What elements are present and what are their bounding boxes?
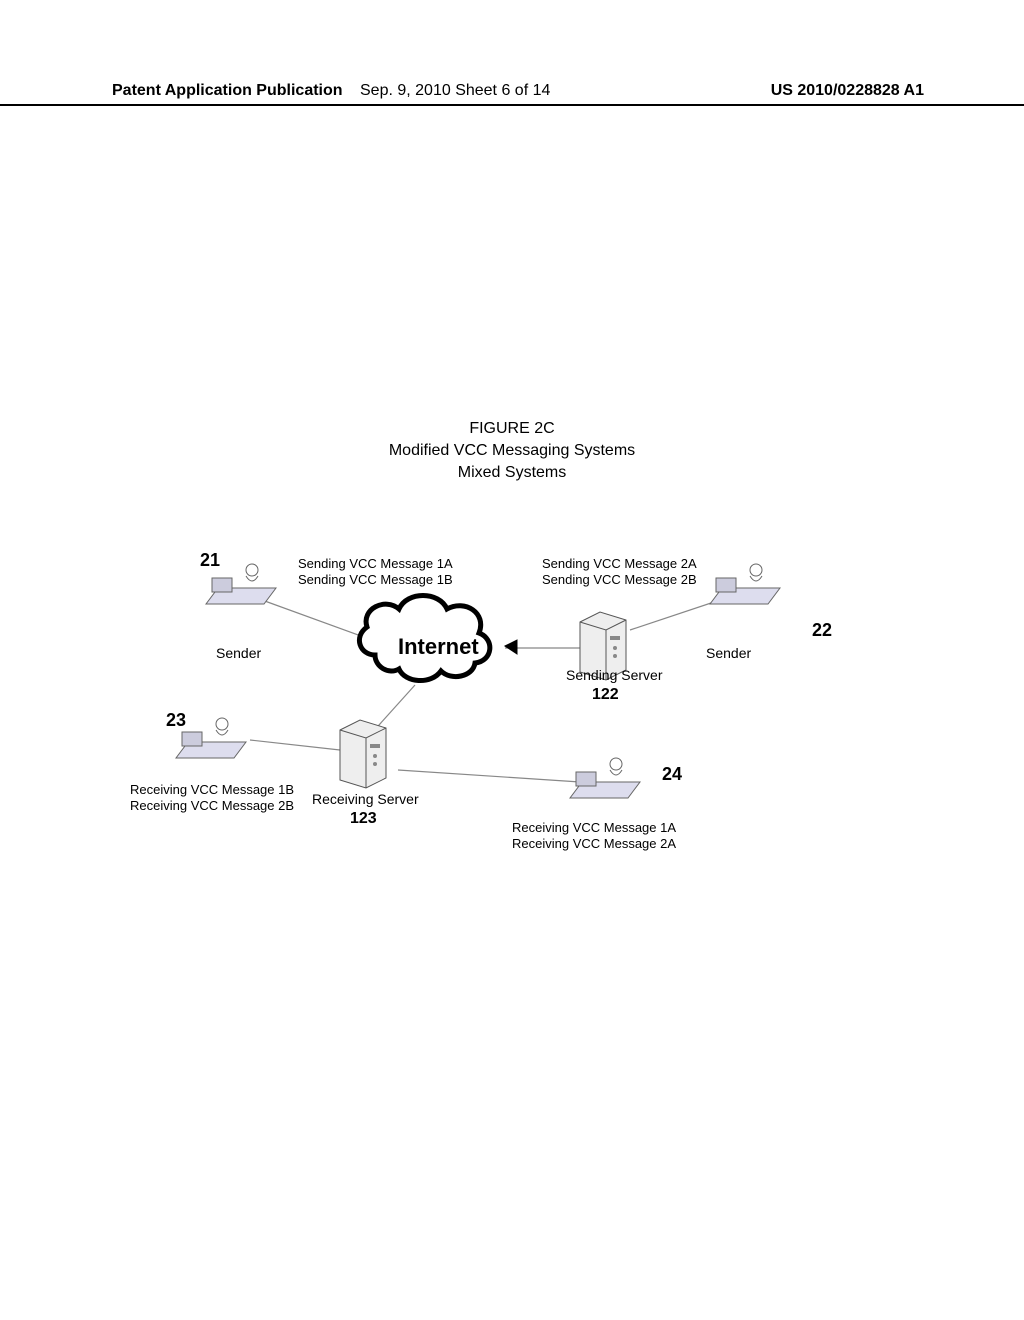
ref-24: 24	[662, 764, 682, 785]
sender-22-icon	[710, 564, 780, 604]
receiver24-msg-2a: Receiving VCC Message 2A	[512, 836, 676, 852]
receiver23-msg-2b: Receiving VCC Message 2B	[130, 798, 294, 814]
sender21-msg-1b: Sending VCC Message 1B	[298, 572, 453, 588]
sender22-msg-2a: Sending VCC Message 2A	[542, 556, 697, 572]
sender21-role: Sender	[216, 644, 261, 662]
receiver-24-icon	[570, 758, 640, 798]
ref-21: 21	[200, 550, 220, 571]
page-header: Patent Application Publication Sep. 9, 2…	[0, 82, 1024, 106]
diagram-stage: Internet 21 22 23 24 122 123 Sender Send…	[110, 520, 914, 880]
header-right: US 2010/0228828 A1	[771, 82, 924, 100]
figure-subtitle: Modified VCC Messaging Systems	[0, 440, 1024, 462]
receiving-server-role: Receiving Server	[312, 790, 419, 808]
receiver23-msg-1b: Receiving VCC Message 1B	[130, 782, 294, 798]
sender22-role: Sender	[706, 644, 751, 662]
internet-label: Internet	[398, 634, 479, 660]
ref-23: 23	[166, 710, 186, 731]
figure-label: FIGURE 2C	[0, 418, 1024, 440]
sending-server-role: Sending Server	[566, 666, 663, 684]
receiving-server-icon	[340, 720, 386, 788]
header-center: Sep. 9, 2010 Sheet 6 of 14	[360, 82, 550, 100]
sender21-msg-1a: Sending VCC Message 1A	[298, 556, 453, 572]
header-left: Patent Application Publication	[112, 82, 343, 100]
ref-22: 22	[812, 620, 832, 641]
ref-123: 123	[350, 810, 377, 828]
figure-subtitle-2: Mixed Systems	[0, 462, 1024, 484]
sender22-msg-2b: Sending VCC Message 2B	[542, 572, 697, 588]
receiver-23-icon	[176, 718, 246, 758]
receiver24-msg-1a: Receiving VCC Message 1A	[512, 820, 676, 836]
ref-122: 122	[592, 686, 619, 704]
figure-title-block: FIGURE 2C Modified VCC Messaging Systems…	[0, 418, 1024, 484]
connection-lines	[250, 600, 720, 782]
